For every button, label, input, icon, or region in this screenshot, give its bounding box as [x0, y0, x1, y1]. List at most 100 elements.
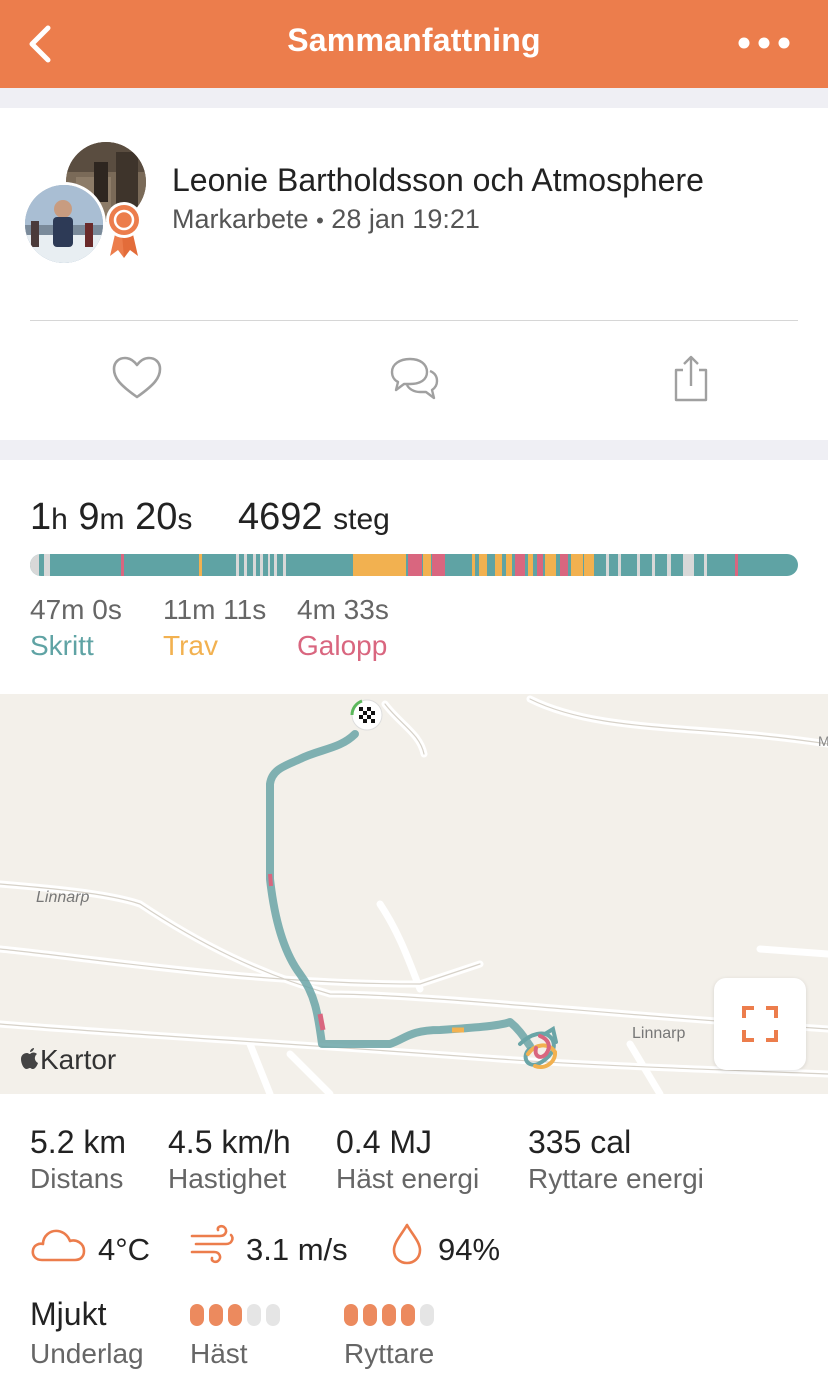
step-count: 4692 steg — [238, 496, 390, 539]
rating-dot — [209, 1304, 223, 1326]
gait-segment — [617, 554, 621, 576]
post-title[interactable]: Leonie Bartholdsson och Atmosphere — [172, 162, 704, 199]
rating-dot — [382, 1304, 396, 1326]
gait-gallop-label: Galopp — [297, 630, 388, 661]
map-attribution[interactable]: Kartor — [20, 1044, 116, 1076]
gait-segment — [682, 554, 694, 576]
stat-horse-energy-label: Häst energi — [336, 1163, 480, 1194]
gait-segment — [252, 554, 256, 576]
surface-value: Mjukt — [30, 1296, 107, 1332]
gait-segment — [423, 554, 431, 576]
temperature-value: 4°C — [98, 1232, 151, 1267]
gait-segment — [606, 554, 610, 576]
divider — [30, 320, 798, 321]
gait-trot: 11m 11s Trav — [163, 594, 266, 662]
heart-icon[interactable] — [110, 354, 164, 404]
gait-gallop-time: 4m 33s — [297, 594, 389, 625]
rating-dot — [344, 1304, 358, 1326]
horse-intensity-rating — [190, 1304, 285, 1326]
stat-speed: 4.5 km/h Hastighet — [168, 1124, 291, 1195]
total-duration: 1h 9m 20s — [30, 496, 192, 539]
rating-dot — [190, 1304, 204, 1326]
stat-distance: 5.2 km Distans — [30, 1124, 126, 1195]
gait-segment — [667, 554, 671, 576]
stat-distance-label: Distans — [30, 1163, 124, 1194]
expand-map-button[interactable] — [714, 978, 806, 1070]
stat-distance-value: 5.2 km — [30, 1124, 127, 1160]
apple-logo-icon — [21, 1048, 38, 1069]
map-place-label-right: Linnarp — [632, 1025, 685, 1042]
gait-segment — [283, 554, 286, 576]
rider-intensity-rating — [344, 1304, 439, 1326]
gait-trot-time: 11m 11s — [163, 594, 267, 625]
gait-gallop: 4m 33s Galopp — [297, 594, 389, 662]
more-options-icon[interactable] — [736, 30, 792, 56]
stat-rider-energy: 335 cal Ryttare energi — [528, 1124, 704, 1195]
surface-label: Underlag — [30, 1338, 144, 1369]
gait-segment — [30, 554, 40, 576]
wind-icon — [190, 1224, 234, 1264]
map-edge-label: M — [818, 733, 828, 749]
gait-segment — [506, 554, 513, 576]
achievement-ribbon-icon — [106, 202, 142, 258]
map-place-label-left: Linnarp — [36, 889, 89, 906]
gait-segment — [352, 554, 407, 576]
nav-bar: Sammanfattning — [0, 0, 828, 88]
stat-rider-energy-label: Ryttare energi — [528, 1163, 704, 1194]
rating-dot — [420, 1304, 434, 1326]
weather-wind: 3.1 m/s — [190, 1222, 370, 1270]
gait-segment — [43, 554, 50, 576]
steps-unit: steg — [333, 503, 390, 536]
horse-intensity-label: Häst — [190, 1338, 248, 1369]
steps-value: 4692 — [238, 496, 323, 538]
duration-minutes-unit: m — [99, 503, 125, 536]
gait-segment — [559, 554, 568, 576]
gait-timeline-bar — [30, 554, 798, 576]
gait-segment — [571, 554, 583, 576]
session-summary-card: 1h 9m 20s 4692 steg 47m 0s Skritt 11m 11… — [0, 460, 828, 694]
gait-trot-label: Trav — [163, 630, 218, 661]
cloud-icon — [31, 1229, 86, 1262]
gait-walk: 47m 0s Skritt — [30, 594, 122, 662]
rating-dot — [247, 1304, 261, 1326]
map-canvas: Linnarp Linnarp M — [0, 695, 828, 1094]
post-datetime: 28 jan 19:21 — [331, 204, 480, 234]
weather-temperature: 4°C — [30, 1222, 180, 1270]
gait-segment — [544, 554, 557, 576]
gait-segment — [527, 554, 534, 576]
stat-horse-energy-value: 0.4 MJ — [336, 1124, 433, 1160]
gait-segment — [636, 554, 640, 576]
rider-intensity-label: Ryttare — [344, 1338, 435, 1369]
comment-icon[interactable] — [386, 354, 440, 404]
duration-seconds-unit: s — [177, 503, 193, 536]
duration-hours-unit: h — [51, 503, 68, 536]
gait-walk-time: 47m 0s — [30, 594, 122, 625]
activity-type: Markarbete — [172, 204, 309, 234]
gait-segment — [120, 554, 124, 576]
route-map[interactable]: Linnarp Linnarp M Kartor — [0, 694, 828, 1094]
gait-segment — [652, 554, 656, 576]
duration-seconds: 20 — [135, 496, 178, 538]
rating-dot — [401, 1304, 415, 1326]
rating-dot — [266, 1304, 280, 1326]
stat-speed-value: 4.5 km/h — [168, 1124, 291, 1160]
fullscreen-icon — [742, 1006, 778, 1042]
stat-speed-label: Hastighet — [168, 1163, 287, 1194]
duration-minutes: 9 — [78, 496, 100, 538]
gait-segment — [260, 554, 264, 576]
post-subtitle: Markarbete • 28 jan 19:21 — [172, 204, 480, 235]
stat-rider-energy-value: 335 cal — [528, 1124, 632, 1160]
share-icon[interactable] — [664, 354, 718, 404]
gait-segment — [471, 554, 476, 576]
stat-horse-energy: 0.4 MJ Häst energi — [336, 1124, 479, 1195]
droplet-icon — [392, 1223, 422, 1265]
map-brand-text: Kartor — [40, 1044, 117, 1075]
humidity-value: 94% — [438, 1232, 501, 1267]
gait-segment — [735, 554, 739, 576]
rider-avatar[interactable] — [22, 182, 106, 266]
separator-dot: • — [316, 208, 324, 233]
gait-walk-label: Skritt — [30, 630, 94, 661]
gait-segment — [432, 554, 445, 576]
rating-dot — [363, 1304, 377, 1326]
weather-humidity: 94% — [390, 1222, 530, 1270]
